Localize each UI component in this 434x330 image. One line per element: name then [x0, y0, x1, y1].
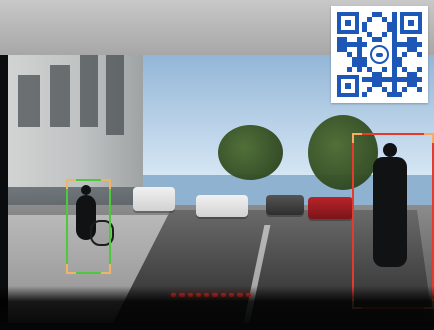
parked-car — [266, 195, 304, 215]
parked-car — [133, 187, 175, 211]
qr-module — [417, 92, 422, 97]
car-camera-frame — [0, 0, 434, 330]
detection-corner — [66, 264, 76, 274]
detection-corner — [101, 264, 111, 274]
parked-car — [308, 197, 353, 219]
parked-car — [196, 195, 248, 217]
detection-box-pedestrian-stroller — [66, 179, 111, 274]
detection-box-crossing-pedestrian — [352, 133, 434, 309]
detection-corner — [424, 133, 434, 143]
building-window — [18, 75, 40, 127]
qr-code — [331, 6, 428, 103]
building-window — [106, 55, 124, 135]
detection-corner — [66, 179, 76, 189]
building-window — [50, 65, 70, 127]
qr-center-logo-icon — [370, 45, 389, 64]
detection-corner — [101, 179, 111, 189]
dashboard-shadow — [0, 286, 434, 330]
qr-finder-pattern — [337, 75, 359, 97]
detection-corner — [352, 133, 362, 143]
qr-finder-pattern — [337, 12, 359, 34]
building-window — [80, 55, 98, 127]
qr-finder-pattern — [400, 12, 422, 34]
tree — [218, 125, 283, 180]
